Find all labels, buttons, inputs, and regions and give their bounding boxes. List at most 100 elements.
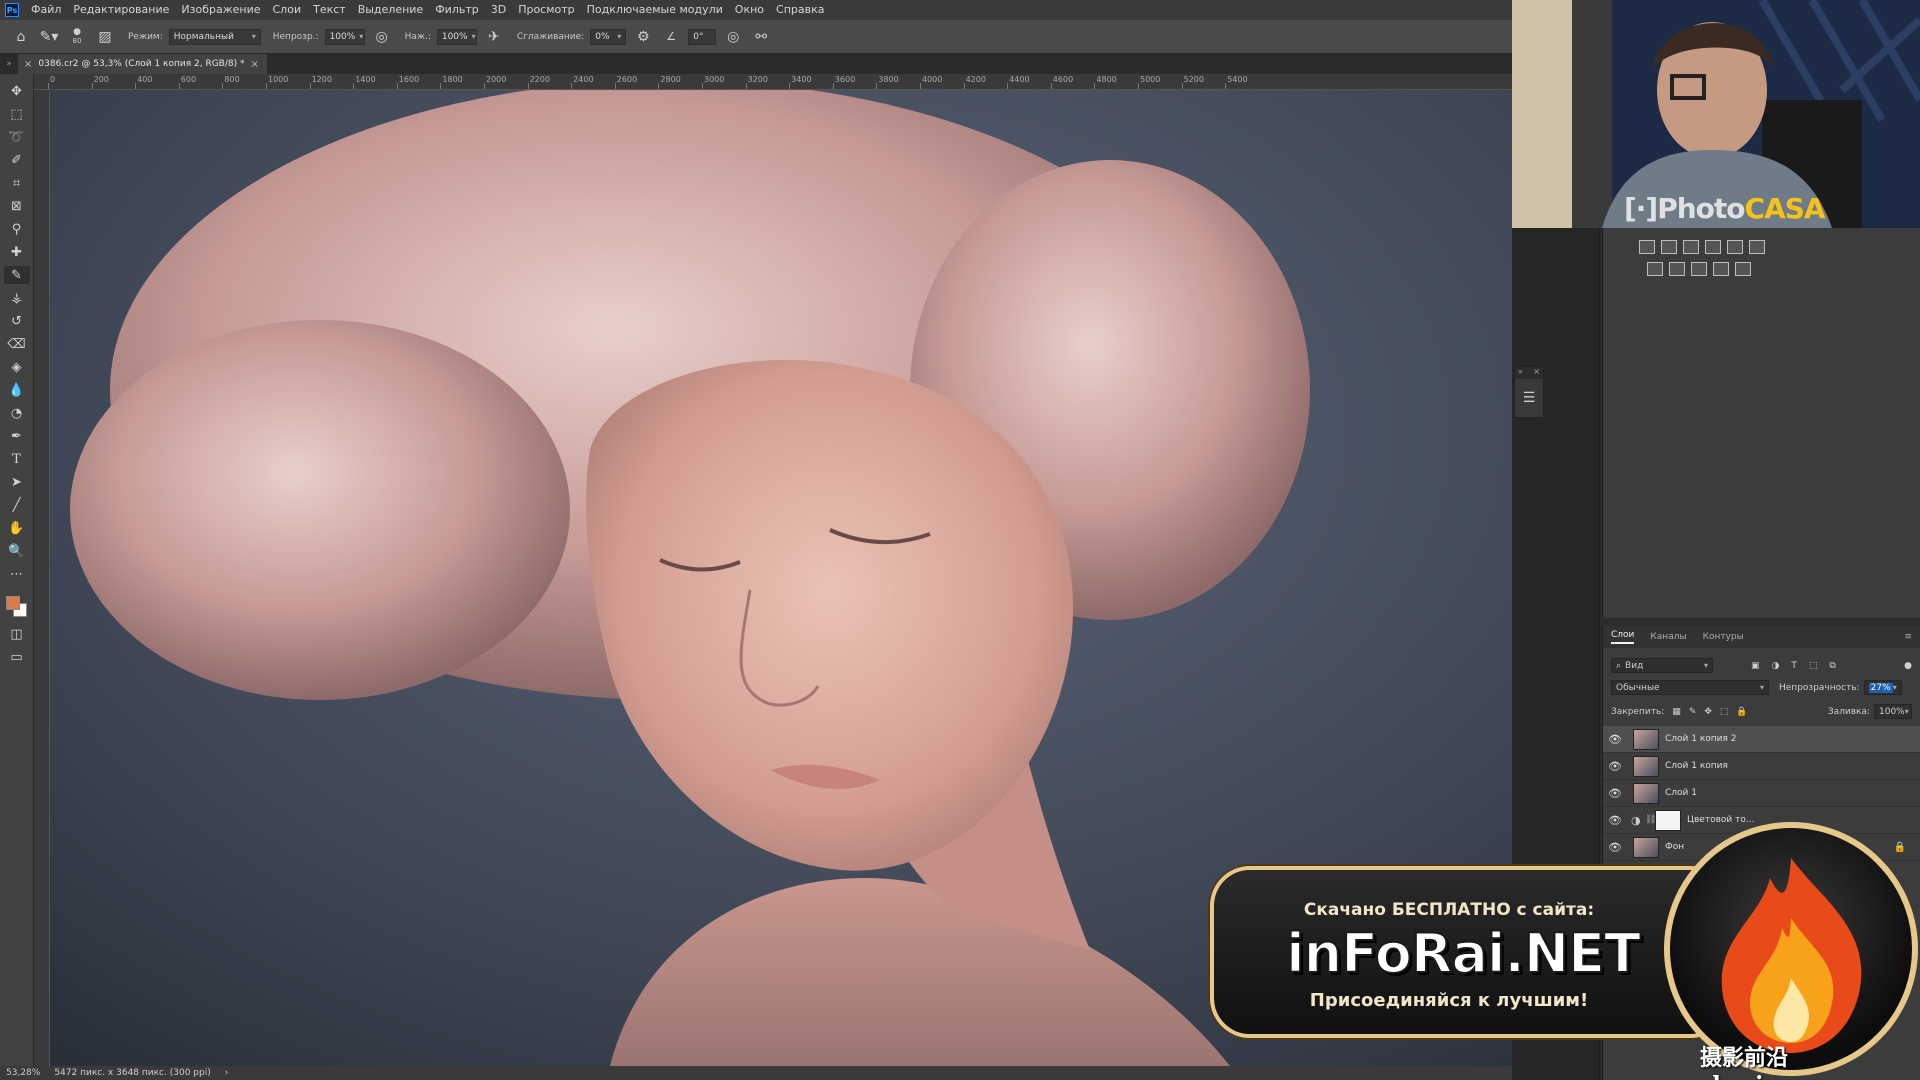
eye-icon[interactable]: 👁 bbox=[1603, 787, 1627, 800]
zoom-tool-icon[interactable]: 🔍 bbox=[4, 542, 30, 560]
blur-tool-icon[interactable]: 💧 bbox=[4, 381, 30, 399]
pressure-opacity-icon[interactable]: ◎ bbox=[371, 26, 393, 48]
layer-row[interactable]: 👁 Слой 1 копия 2 bbox=[1603, 726, 1920, 753]
eye-icon[interactable]: 👁 bbox=[1603, 760, 1627, 773]
collapse-panels-icon[interactable]: » bbox=[0, 59, 18, 69]
lasso-tool-icon[interactable]: ➰ bbox=[4, 128, 30, 146]
menu-file[interactable]: Файл bbox=[25, 0, 67, 20]
menu-edit[interactable]: Редактирование bbox=[67, 0, 175, 20]
mode-select[interactable]: Нормальный ▾ bbox=[168, 28, 261, 45]
brush-tool-preset-icon[interactable]: ✎▾ bbox=[38, 26, 60, 48]
curves-icon[interactable] bbox=[1683, 240, 1699, 254]
close-icon[interactable]: × bbox=[24, 59, 32, 70]
hand-tool-icon[interactable]: ✋ bbox=[4, 519, 30, 537]
frame-tool-icon[interactable]: ⊠ bbox=[4, 197, 30, 215]
menu-filter[interactable]: Фильтр bbox=[429, 0, 485, 20]
lock-all-icon[interactable]: 🔒 bbox=[1736, 707, 1747, 717]
filter-adjustment-icon[interactable]: ◑ bbox=[1772, 661, 1780, 671]
link-icon[interactable]: ⛓ bbox=[1645, 815, 1656, 825]
gradient-map-icon[interactable] bbox=[1735, 262, 1751, 276]
layer-opacity-input[interactable]: 27% ▾ bbox=[1863, 680, 1902, 695]
healing-brush-tool-icon[interactable]: ✚ bbox=[4, 243, 30, 261]
lock-artboard-icon[interactable]: ⬚ bbox=[1720, 707, 1729, 717]
type-tool-icon[interactable]: T bbox=[4, 450, 30, 468]
grid-lut-icon[interactable] bbox=[1749, 240, 1765, 254]
posterize-icon[interactable] bbox=[1669, 262, 1685, 276]
filter-toggle-icon[interactable]: ● bbox=[1904, 661, 1912, 671]
gear-icon[interactable]: ⚙ bbox=[632, 26, 654, 48]
eye-icon[interactable]: 👁 bbox=[1603, 733, 1627, 746]
menu-image[interactable]: Изображение bbox=[175, 0, 266, 20]
screen-mode-icon[interactable]: ▭ bbox=[4, 648, 30, 666]
invert-icon[interactable] bbox=[1647, 262, 1663, 276]
more-tools-icon[interactable]: ⋯ bbox=[4, 565, 30, 583]
menu-help[interactable]: Справка bbox=[770, 0, 830, 20]
menu-3d[interactable]: 3D bbox=[485, 0, 512, 20]
chevron-right-icon[interactable]: › bbox=[225, 1068, 229, 1078]
menu-select[interactable]: Выделение bbox=[352, 0, 430, 20]
selective-color-icon[interactable] bbox=[1713, 262, 1729, 276]
collapsed-properties-panel[interactable]: » × ☰ bbox=[1514, 366, 1544, 418]
layer-row[interactable]: 👁 Слой 1 копия bbox=[1603, 753, 1920, 780]
menu-layers[interactable]: Слои bbox=[267, 0, 308, 20]
pen-tool-icon[interactable]: ✒ bbox=[4, 427, 30, 445]
menu-type[interactable]: Текст bbox=[307, 0, 352, 20]
fill-input[interactable]: 100% ▾ bbox=[1874, 704, 1912, 719]
home-icon[interactable]: ⌂ bbox=[10, 26, 32, 48]
color-swatches[interactable] bbox=[4, 594, 30, 620]
airbrush-icon[interactable]: ✈ bbox=[483, 26, 505, 48]
brush-settings-icon[interactable]: ▨ bbox=[94, 26, 116, 48]
tab-channels[interactable]: Каналы bbox=[1650, 632, 1686, 642]
pressure-size-icon[interactable]: ◎ bbox=[722, 26, 744, 48]
filter-pixel-icon[interactable]: ▣ bbox=[1751, 661, 1760, 671]
angle-input[interactable]: 0° bbox=[688, 28, 717, 45]
tab-layers[interactable]: Слои bbox=[1611, 630, 1635, 644]
menu-window[interactable]: Окно bbox=[729, 0, 770, 20]
vibrance-icon[interactable] bbox=[1727, 240, 1743, 254]
crop-tool-icon[interactable]: ⌗ bbox=[4, 174, 30, 192]
dodge-tool-icon[interactable]: ◔ bbox=[4, 404, 30, 422]
opacity-select[interactable]: 100% ▾ bbox=[324, 28, 365, 45]
threshold-icon[interactable] bbox=[1691, 262, 1707, 276]
lock-pixels-icon[interactable]: ✎ bbox=[1689, 707, 1697, 717]
layer-filter-select[interactable]: ⌕ Вид ▾ bbox=[1611, 658, 1713, 673]
filter-type-icon[interactable]: T bbox=[1791, 661, 1797, 671]
blend-mode-select[interactable]: Обычные ▾ bbox=[1611, 680, 1769, 695]
menu-view[interactable]: Просмотр bbox=[512, 0, 580, 20]
layer-row[interactable]: 👁 Слой 1 bbox=[1603, 780, 1920, 807]
brush-tool-icon[interactable]: ✎ bbox=[3, 266, 30, 284]
exposure-icon[interactable] bbox=[1705, 240, 1721, 254]
smoothing-select[interactable]: 0% ▾ bbox=[590, 28, 627, 45]
eraser-tool-icon[interactable]: ⌫ bbox=[4, 335, 30, 353]
expand-icon[interactable]: » bbox=[1518, 367, 1523, 379]
filter-shape-icon[interactable]: ⬚ bbox=[1809, 661, 1818, 671]
marquee-tool-icon[interactable]: ⬚ bbox=[4, 105, 30, 123]
quick-mask-icon[interactable]: ◫ bbox=[4, 625, 30, 643]
menu-plugins[interactable]: Подключаемые модули bbox=[581, 0, 729, 20]
zoom-level[interactable]: 53,28% bbox=[6, 1068, 40, 1078]
panel-menu-icon[interactable]: ≡ bbox=[1904, 632, 1912, 642]
eye-icon[interactable]: 👁 bbox=[1603, 841, 1627, 854]
brightness-contrast-icon[interactable] bbox=[1639, 240, 1655, 254]
tab-paths[interactable]: Контуры bbox=[1703, 632, 1744, 642]
brush-size-picker[interactable]: ● 80 bbox=[66, 26, 88, 48]
move-tool-icon[interactable]: ✥ bbox=[4, 82, 30, 100]
sliders-icon[interactable]: ☰ bbox=[1515, 379, 1543, 417]
foreground-color-swatch[interactable] bbox=[5, 596, 20, 610]
clone-stamp-tool-icon[interactable]: ⚶ bbox=[4, 289, 30, 307]
close-tab-icon[interactable]: × bbox=[251, 59, 259, 70]
levels-icon[interactable] bbox=[1661, 240, 1677, 254]
path-select-tool-icon[interactable]: ➤ bbox=[4, 473, 30, 491]
symmetry-icon[interactable]: ⚯ bbox=[750, 26, 772, 48]
line-tool-icon[interactable]: ╱ bbox=[4, 496, 30, 514]
quick-select-tool-icon[interactable]: ✐ bbox=[4, 151, 30, 169]
document-tab[interactable]: × 0386.cr2 @ 53,3% (Слой 1 копия 2, RGB/… bbox=[18, 54, 267, 74]
lock-transparency-icon[interactable]: ▦ bbox=[1672, 707, 1681, 717]
lock-position-icon[interactable]: ✥ bbox=[1704, 707, 1712, 717]
filter-smart-object-icon[interactable]: ⧉ bbox=[1829, 661, 1835, 671]
eyedropper-tool-icon[interactable]: ⚲ bbox=[4, 220, 30, 238]
close-icon[interactable]: × bbox=[1533, 367, 1540, 379]
paint-bucket-tool-icon[interactable]: ◈ bbox=[4, 358, 30, 376]
history-brush-tool-icon[interactable]: ↺ bbox=[4, 312, 30, 330]
eye-icon[interactable]: 👁 bbox=[1603, 814, 1627, 827]
